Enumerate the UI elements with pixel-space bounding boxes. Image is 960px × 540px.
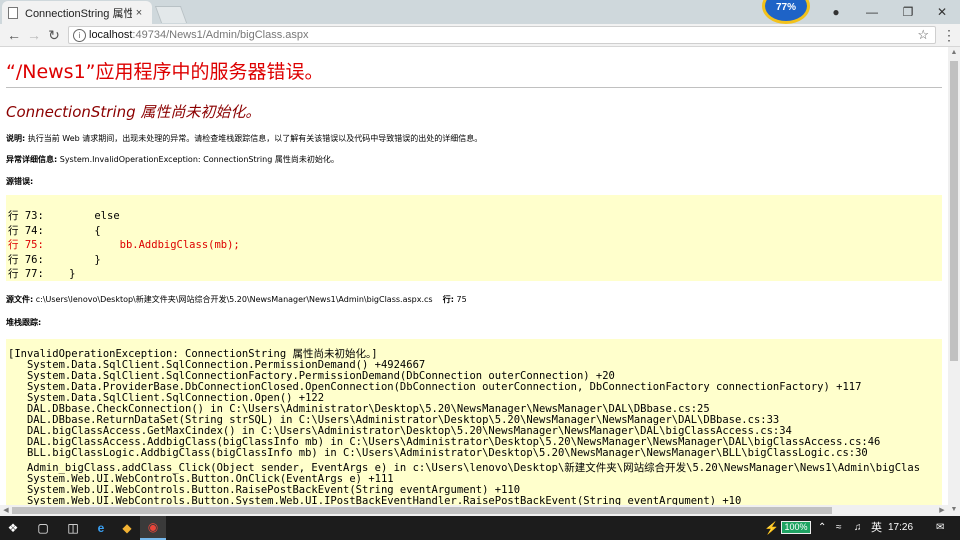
battery-indicator[interactable]: 100% [781, 521, 811, 534]
scroll-left-icon[interactable]: ◀ [0, 505, 12, 516]
new-tab-button[interactable] [154, 6, 188, 23]
ime-indicator[interactable]: 英 [871, 516, 882, 540]
source-error-heading: 源错误: [6, 177, 34, 186]
line-number: 75 [453, 295, 467, 304]
source-file-path: c:\Users\lenovo\Desktop\新建文件夹\网站综合开发\5.2… [33, 295, 433, 304]
exception-text: System.InvalidOperationException: Connec… [57, 155, 339, 164]
stack-line: BLL.bigClassLogic.AddbigClass(bigClassIn… [8, 447, 868, 459]
notifications-icon[interactable]: ✉ [936, 516, 944, 540]
edge-browser-icon[interactable]: e [88, 516, 114, 540]
description-line: 说明: 执行当前 Web 请求期间，出现未处理的异常。请检查堆栈跟踪信息，以了解… [6, 133, 482, 144]
stack-trace-box: [InvalidOperationException: ConnectionSt… [6, 339, 942, 516]
back-icon[interactable]: ← [4, 26, 24, 44]
source-line: 行 73: else [8, 210, 120, 222]
description-label: 说明: [6, 134, 26, 143]
task-view-icon[interactable]: ▢ [30, 516, 56, 540]
chevron-up-icon[interactable]: ⌃ [818, 516, 826, 540]
windows-taskbar: ❖ ▢ ◫ e ◆ ◉ ⚡ 100% ⌃ ≈ ♫ 英 17:26 ✉ [0, 516, 960, 540]
address-bar[interactable]: i localhost:49734/News1/Admin/bigClass.a… [68, 26, 936, 44]
wifi-icon[interactable]: ≈ [836, 516, 842, 540]
error-title: ConnectionString 属性尚未初始化。 [6, 103, 261, 121]
power-plug-icon[interactable]: ⚡ [764, 516, 779, 540]
source-error-box: 行 73: else 行 74: { 行 75: bb.AddbigClass(… [6, 195, 942, 281]
menu-kebab-icon[interactable]: ⋮ [942, 26, 956, 44]
line-label: 行: [442, 295, 454, 304]
profile-icon[interactable]: ● [818, 0, 854, 24]
source-line: 行 76: } [8, 253, 101, 266]
description-text: 执行当前 Web 请求期间，出现未处理的异常。请检查堆栈跟踪信息，以了解有关该错… [25, 134, 483, 143]
exception-line: 异常详细信息: System.InvalidOperationException… [6, 154, 339, 165]
forward-icon[interactable]: → [24, 26, 44, 44]
source-line-highlighted: 行 75: bb.AddbigClass(mb); [8, 239, 240, 251]
tab-title: ConnectionString 属性尚... [25, 7, 132, 20]
exception-label: 异常详细信息: [6, 155, 58, 164]
tab-close-icon[interactable]: × [132, 7, 146, 19]
maximize-icon[interactable]: ❐ [890, 0, 926, 24]
clock[interactable]: 17:26 [888, 516, 913, 540]
document-icon [8, 6, 18, 19]
vertical-scrollbar[interactable]: ▲ ▼ [948, 47, 960, 516]
volume-icon[interactable]: ♫ [854, 516, 862, 540]
page-title: “/News1”应用程序中的服务器错误。 [6, 61, 324, 83]
close-window-icon[interactable]: ✕ [924, 0, 960, 24]
bookmark-star-icon[interactable]: ☆ [917, 27, 929, 43]
info-icon[interactable]: i [73, 29, 86, 42]
app-icon[interactable]: ◆ [114, 516, 140, 540]
address-url[interactable]: localhost:49734/News1/Admin/bigClass.asp… [89, 27, 309, 43]
reload-icon[interactable]: ↻ [44, 26, 64, 44]
scroll-up-icon[interactable]: ▲ [948, 47, 960, 59]
source-file-line: 源文件: c:\Users\lenovo\Desktop\新建文件夹\网站综合开… [6, 294, 467, 305]
browser-titlebar: ConnectionString 属性尚... × 77% ● — ❐ ✕ [0, 0, 960, 24]
stack-trace-heading: 堆栈跟踪: [6, 318, 42, 327]
horizontal-scrollbar[interactable]: ◀ ▶ [0, 505, 948, 516]
browser-tab[interactable]: ConnectionString 属性尚... × [2, 1, 152, 24]
divider [6, 87, 942, 88]
page-content: “/News1”应用程序中的服务器错误。 ConnectionString 属性… [0, 47, 948, 516]
chrome-icon[interactable]: ◉ [140, 516, 166, 540]
source-line: 行 77: } [8, 268, 76, 280]
file-explorer-icon[interactable]: ◫ [60, 516, 86, 540]
scroll-down-icon[interactable]: ▼ [948, 504, 960, 516]
horizontal-scroll-thumb[interactable] [12, 507, 832, 514]
address-toolbar: ← → ↻ i localhost:49734/News1/Admin/bigC… [0, 24, 960, 47]
battery-widget-badge: 77% [762, 0, 810, 24]
start-windows-icon[interactable]: ❖ [0, 516, 26, 540]
minimize-icon[interactable]: — [854, 0, 890, 24]
source-line: 行 74: { [8, 224, 101, 237]
scroll-right-icon[interactable]: ▶ [936, 505, 948, 516]
vertical-scroll-thumb[interactable] [950, 61, 958, 361]
source-file-label: 源文件: [6, 295, 34, 304]
